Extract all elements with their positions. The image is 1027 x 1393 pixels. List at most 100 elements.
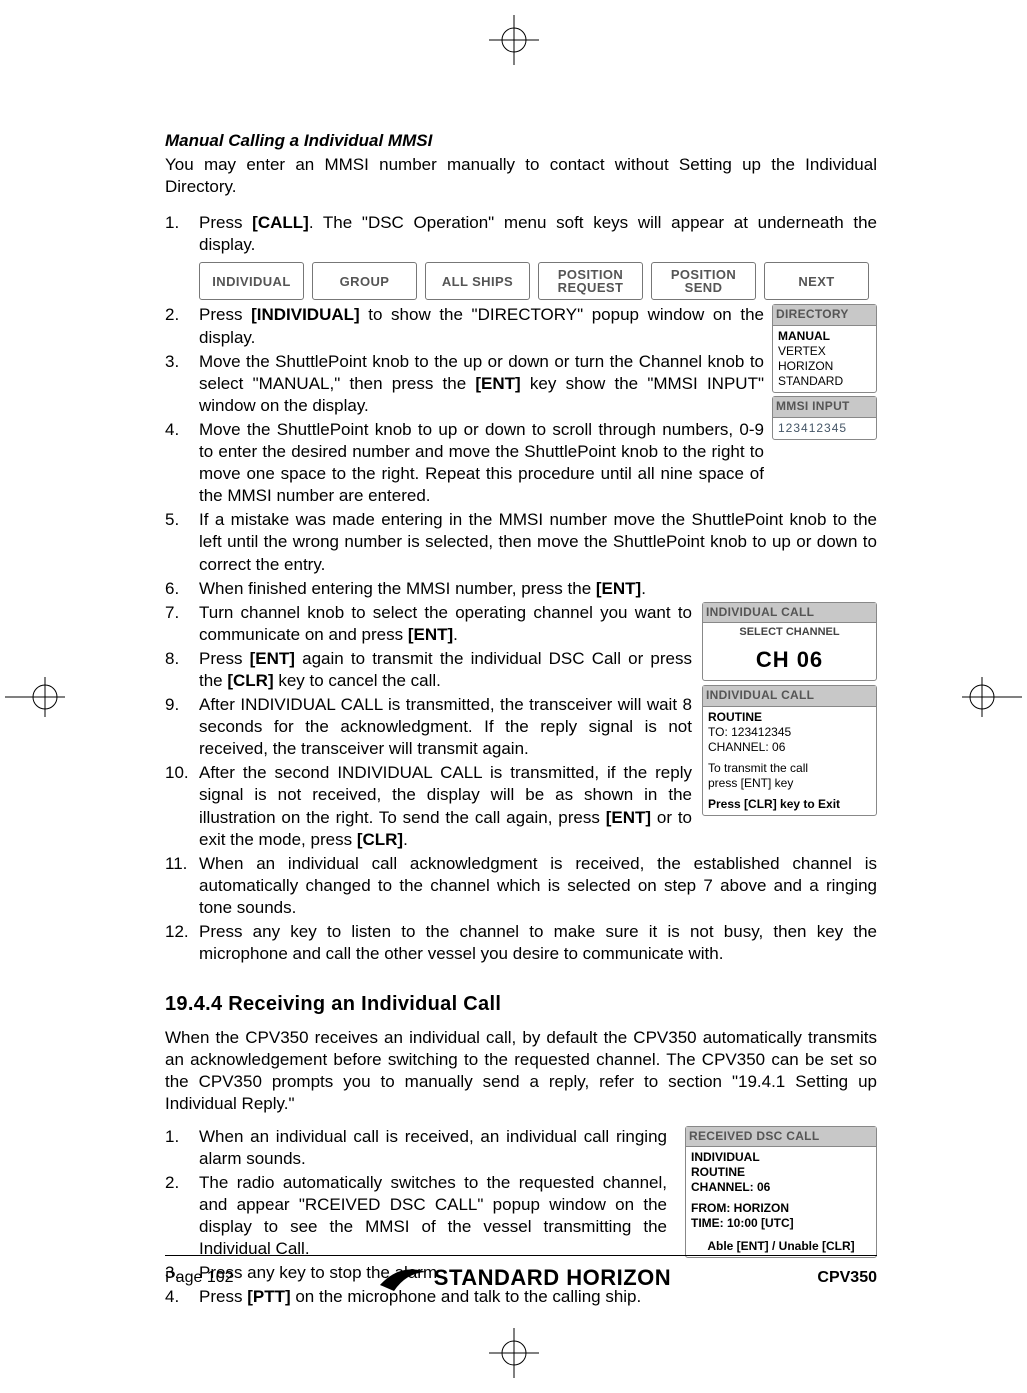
- step-number: 8.: [165, 648, 199, 692]
- brand-text: STANDARD HORIZON: [434, 1264, 671, 1293]
- popup-body: 123412345: [773, 418, 876, 439]
- step-number: 1.: [165, 212, 199, 256]
- document-page: Manual Calling a Individual MMSI You may…: [0, 0, 1027, 1393]
- received-dsc-popup: RECEIVED DSC CALL INDIVIDUAL ROUTINE CHA…: [685, 1126, 877, 1259]
- softkey-individual[interactable]: INDIVIDUAL: [199, 262, 304, 300]
- popup-header: RECEIVED DSC CALL: [686, 1127, 876, 1148]
- popup-stack-individual-call: INDIVIDUAL CALL SELECT CHANNEL CH 06 IND…: [702, 602, 877, 820]
- popup-header: INDIVIDUAL CALL: [703, 686, 876, 707]
- directory-item: HORIZON: [778, 359, 871, 374]
- step-text: Press [CALL]. The "DSC Operation" menu s…: [199, 212, 877, 256]
- individual-call-select-popup: INDIVIDUAL CALL SELECT CHANNEL CH 06: [702, 602, 877, 681]
- step-2: 2. Press [INDIVIDUAL] to show the "DIREC…: [165, 304, 764, 348]
- channel-display: CH 06: [703, 642, 876, 681]
- step2-1: 1. When an individual call is received, …: [165, 1126, 667, 1170]
- step-11: 11. When an individual call acknowledgme…: [165, 853, 877, 919]
- page-number: Page 102: [165, 1268, 234, 1289]
- softkey-next[interactable]: NEXT: [764, 262, 869, 300]
- brand-swoosh-icon: [380, 1267, 426, 1291]
- popup-received-dsc: RECEIVED DSC CALL INDIVIDUAL ROUTINE CHA…: [677, 1126, 877, 1259]
- step-text: The radio automatically switches to the …: [199, 1172, 667, 1260]
- brand-logo: STANDARD HORIZON: [380, 1264, 671, 1293]
- step-number: 1.: [165, 1126, 199, 1170]
- softkey-position-request[interactable]: POSITIONREQUEST: [538, 262, 643, 300]
- popup-header: INDIVIDUAL CALL: [703, 603, 876, 624]
- popup-header: DIRECTORY: [773, 305, 876, 326]
- step-text: If a mistake was made entering in the MM…: [199, 509, 877, 575]
- popup-line: Able [ENT] / Unable [CLR]: [691, 1239, 871, 1254]
- step-10: 10. After the second INDIVIDUAL CALL is …: [165, 762, 692, 850]
- page-footer: Page 102 STANDARD HORIZON CPV350: [165, 1255, 877, 1293]
- step-text: After INDIVIDUAL CALL is transmitted, th…: [199, 694, 692, 760]
- step-text: Press any key to listen to the channel t…: [199, 921, 877, 965]
- step-text: Press [ENT] again to transmit the indivi…: [199, 648, 692, 692]
- directory-item: MANUAL: [778, 329, 871, 344]
- step-number: 11.: [165, 853, 199, 919]
- popup-line: FROM: HORIZON: [691, 1201, 871, 1216]
- step-number: 3.: [165, 351, 199, 417]
- step-number: 5.: [165, 509, 199, 575]
- section-title: Manual Calling a Individual MMSI: [165, 130, 877, 152]
- softkey-row: INDIVIDUAL GROUP ALL SHIPS POSITIONREQUE…: [199, 262, 877, 300]
- popup-line: ROUTINE: [708, 710, 871, 725]
- popup-body: MANUAL VERTEX HORIZON STANDARD: [773, 326, 876, 392]
- step-text: Move the ShuttlePoint knob to up or down…: [199, 419, 764, 507]
- step-text: Press [INDIVIDUAL] to show the "DIRECTOR…: [199, 304, 764, 348]
- step-number: 2.: [165, 304, 199, 348]
- softkey-position-send[interactable]: POSITIONSEND: [651, 262, 756, 300]
- steps-list-1: 1. Press [CALL]. The "DSC Operation" men…: [165, 212, 877, 256]
- popup-line: TIME: 10:00 [UTC]: [691, 1216, 871, 1231]
- step-8: 8. Press [ENT] again to transmit the ind…: [165, 648, 692, 692]
- subsection-heading: 19.4.4 Receiving an Individual Call: [165, 991, 877, 1017]
- popup-line: CHANNEL: 06: [691, 1180, 871, 1195]
- popup-line: ROUTINE: [691, 1165, 871, 1180]
- popup-subheader: SELECT CHANNEL: [703, 623, 876, 641]
- step-text: Turn channel knob to select the operatin…: [199, 602, 692, 646]
- individual-call-confirm-popup: INDIVIDUAL CALL ROUTINE TO: 123412345 CH…: [702, 685, 877, 816]
- step-number: 2.: [165, 1172, 199, 1260]
- step-9: 9. After INDIVIDUAL CALL is transmitted,…: [165, 694, 692, 760]
- step-text: When an individual call acknowledgment i…: [199, 853, 877, 919]
- step2-2: 2. The radio automatically switches to t…: [165, 1172, 667, 1260]
- popup-header: MMSI INPUT: [773, 397, 876, 418]
- crop-mark-left: [5, 672, 65, 722]
- model-number: CPV350: [817, 1268, 877, 1289]
- popup-line: Press [CLR] key to Exit: [708, 797, 871, 812]
- directory-item: STANDARD: [778, 374, 871, 389]
- steps-list-2: 2. Press [INDIVIDUAL] to show the "DIREC…: [165, 304, 877, 507]
- popup-line: press [ENT] key: [708, 776, 871, 791]
- step-12: 12. Press any key to listen to the chann…: [165, 921, 877, 965]
- intro-paragraph: You may enter an MMSI number manually to…: [165, 154, 877, 198]
- softkey-group[interactable]: GROUP: [312, 262, 417, 300]
- popup-line: CHANNEL: 06: [708, 740, 871, 755]
- directory-popup: DIRECTORY MANUAL VERTEX HORIZON STANDARD: [772, 304, 877, 393]
- steps-list-5: 11. When an individual call acknowledgme…: [165, 853, 877, 965]
- crop-mark-top: [489, 15, 539, 65]
- step-3: 3. Move the ShuttlePoint knob to the up …: [165, 351, 764, 417]
- popup-line: INDIVIDUAL: [691, 1150, 871, 1165]
- popup-body: INDIVIDUAL ROUTINE CHANNEL: 06 FROM: HOR…: [686, 1147, 876, 1257]
- popup-line: To transmit the call: [708, 761, 871, 776]
- popup-line: TO: 123412345: [708, 725, 871, 740]
- crop-mark-bottom: [489, 1328, 539, 1378]
- step-number: 4.: [165, 419, 199, 507]
- step-5: 5. If a mistake was made entering in the…: [165, 509, 877, 575]
- step-number: 7.: [165, 602, 199, 646]
- step-text: Move the ShuttlePoint knob to the up or …: [199, 351, 764, 417]
- step-number: 10.: [165, 762, 199, 850]
- step-number: 6.: [165, 578, 199, 600]
- step-number: 9.: [165, 694, 199, 760]
- step-text: When an individual call is received, an …: [199, 1126, 667, 1170]
- body-paragraph: When the CPV350 receives an individual c…: [165, 1027, 877, 1115]
- step-7: 7. Turn channel knob to select the opera…: [165, 602, 692, 646]
- step-4: 4. Move the ShuttlePoint knob to up or d…: [165, 419, 764, 507]
- step-6: 6. When finished entering the MMSI numbe…: [165, 578, 877, 600]
- step-text: When finished entering the MMSI number, …: [199, 578, 877, 600]
- step-1: 1. Press [CALL]. The "DSC Operation" men…: [165, 212, 877, 256]
- softkey-all-ships[interactable]: ALL SHIPS: [425, 262, 530, 300]
- crop-mark-right: [962, 672, 1022, 722]
- steps-list-3: 5. If a mistake was made entering in the…: [165, 509, 877, 599]
- directory-item: VERTEX: [778, 344, 871, 359]
- step-text: After the second INDIVIDUAL CALL is tran…: [199, 762, 692, 850]
- popup-stack-directory: DIRECTORY MANUAL VERTEX HORIZON STANDARD…: [772, 304, 877, 442]
